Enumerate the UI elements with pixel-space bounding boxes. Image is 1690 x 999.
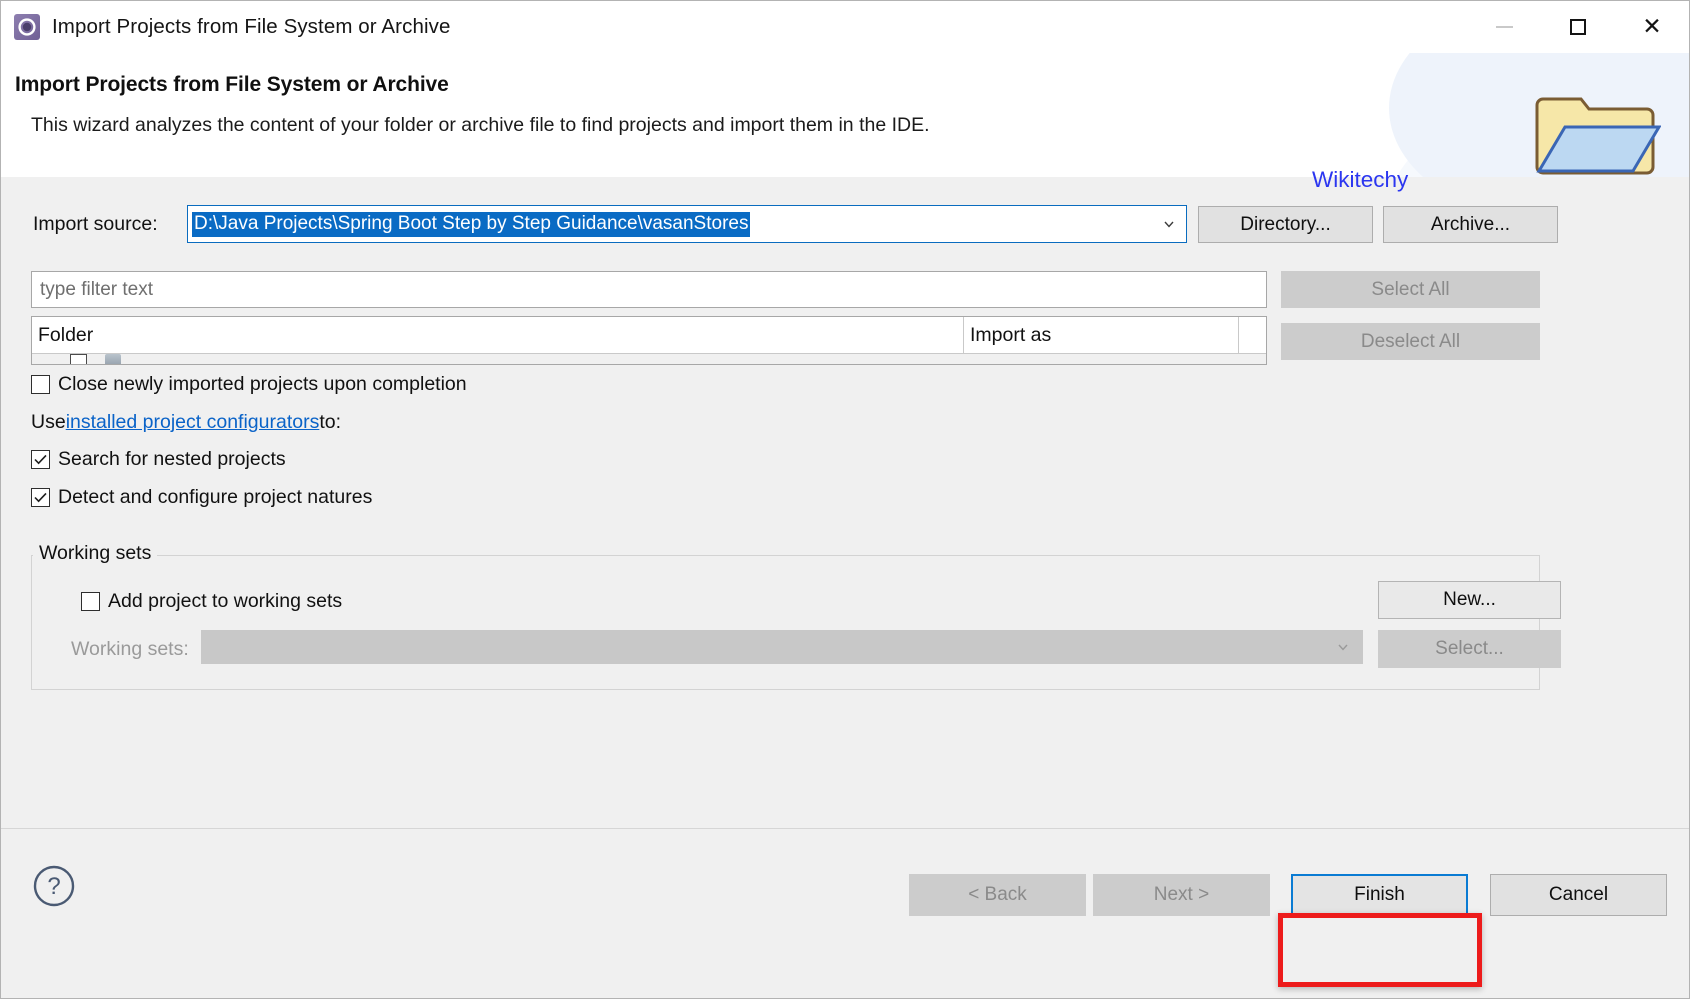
back-button[interactable]: < Back <box>909 874 1086 916</box>
working-sets-legend: Working sets <box>33 542 157 565</box>
new-working-set-button[interactable]: New... <box>1378 581 1561 619</box>
archive-button[interactable]: Archive... <box>1383 206 1558 243</box>
checkbox-detect-and-configure-project-natures[interactable] <box>31 488 50 507</box>
chevron-down-icon <box>1336 640 1350 654</box>
option-label-close-newly-imported-projects: Close newly imported projects upon compl… <box>58 373 467 396</box>
close-button[interactable]: ✕ <box>1615 1 1689 53</box>
checkbox-close-newly-imported-projects[interactable] <box>31 375 50 394</box>
maximize-button[interactable] <box>1541 1 1615 53</box>
filter-input[interactable]: type filter text <box>31 271 1267 308</box>
filter-placeholder: type filter text <box>40 279 153 301</box>
table-header-row: Folder Import as <box>32 317 1266 354</box>
page-description: This wizard analyzes the content of your… <box>31 114 930 137</box>
next-button[interactable]: Next > <box>1093 874 1270 916</box>
minimize-icon <box>1496 26 1513 28</box>
minimize-button[interactable] <box>1467 1 1541 53</box>
import-source-combo[interactable]: D:\Java Projects\Spring Boot Step by Ste… <box>187 205 1187 243</box>
finish-button[interactable]: Finish <box>1291 874 1468 916</box>
option-label-detect-and-configure-project-natures: Detect and configure project natures <box>58 486 372 509</box>
working-sets-group <box>31 555 1540 690</box>
cancel-button[interactable]: Cancel <box>1490 874 1667 916</box>
column-header-folder[interactable]: Folder <box>32 317 964 353</box>
window-controls: ✕ <box>1467 1 1689 53</box>
working-sets-combo[interactable] <box>201 630 1363 664</box>
projects-table[interactable]: Folder Import as <box>31 316 1267 365</box>
option-detect-and-configure-project-natures[interactable]: Detect and configure project natures <box>31 486 372 509</box>
option-label-search-for-nested-projects: Search for nested projects <box>58 448 286 471</box>
working-sets-combo-label: Working sets: <box>71 638 189 661</box>
row-checkbox[interactable] <box>70 354 87 365</box>
directory-button[interactable]: Directory... <box>1198 206 1373 243</box>
import-source-value: D:\Java Projects\Spring Boot Step by Ste… <box>192 212 750 237</box>
import-projects-dialog: Import Projects from File System or Arch… <box>0 0 1690 999</box>
configurators-suffix: to: <box>319 411 341 434</box>
column-header-import-as[interactable]: Import as <box>964 317 1239 353</box>
option-label-add-project-to-working-sets: Add project to working sets <box>108 590 342 613</box>
option-search-for-nested-projects[interactable]: Search for nested projects <box>31 448 286 471</box>
help-icon[interactable]: ? <box>33 865 75 907</box>
wizard-banner: Import Projects from File System or Arch… <box>1 53 1689 178</box>
svg-text:?: ? <box>47 873 60 900</box>
page-title: Import Projects from File System or Arch… <box>15 73 449 97</box>
window-titlebar: Import Projects from File System or Arch… <box>1 1 1689 53</box>
chevron-down-icon <box>1162 217 1176 231</box>
dialog-content: Wikitechy Import source: D:\Java Project… <box>1 177 1689 828</box>
eclipse-wizard-icon <box>14 14 40 40</box>
open-folder-icon <box>1535 83 1661 178</box>
option-add-project-to-working-sets[interactable]: Add project to working sets <box>81 590 342 613</box>
configurators-prefix: Use <box>31 411 66 434</box>
import-source-row: Import source: D:\Java Projects\Spring B… <box>1 205 1689 245</box>
close-icon: ✕ <box>1642 16 1661 39</box>
dialog-footer: ? < Back Next > Finish Cancel <box>1 828 1689 999</box>
option-close-newly-imported-projects[interactable]: Close newly imported projects upon compl… <box>31 373 467 396</box>
installed-project-configurators-link[interactable]: installed project configurators <box>66 411 320 434</box>
table-row[interactable] <box>32 354 1266 365</box>
deselect-all-button[interactable]: Deselect All <box>1281 323 1540 360</box>
window-title: Import Projects from File System or Arch… <box>52 15 450 39</box>
watermark-label: Wikitechy <box>1312 167 1408 193</box>
checkbox-search-for-nested-projects[interactable] <box>31 450 50 469</box>
import-source-label: Import source: <box>33 213 158 236</box>
select-working-set-button[interactable]: Select... <box>1378 630 1561 668</box>
checkbox-add-project-to-working-sets[interactable] <box>81 592 100 611</box>
folder-row-icon <box>105 354 121 365</box>
select-all-button[interactable]: Select All <box>1281 271 1540 308</box>
configurators-line: Use installed project configurators to: <box>31 411 341 434</box>
maximize-icon <box>1570 19 1586 35</box>
